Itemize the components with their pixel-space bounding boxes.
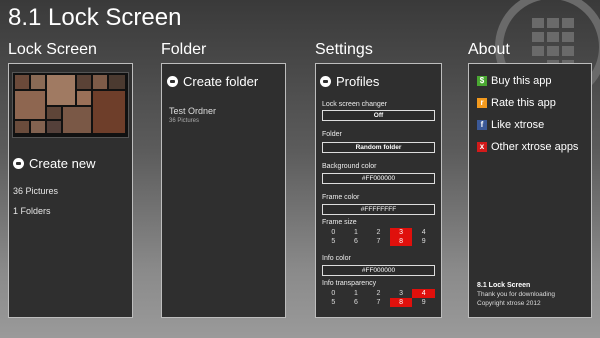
- camera-icon: [13, 158, 24, 169]
- frame-size-label: Frame size: [322, 219, 357, 226]
- folder-name: Test Ordner: [169, 106, 217, 116]
- info-transparency-option-8[interactable]: 8: [389, 298, 413, 307]
- info-transparency-option-2[interactable]: 2: [367, 289, 390, 298]
- folder-select[interactable]: Random folder: [322, 142, 435, 153]
- rate-app-link[interactable]: r Rate this app: [477, 97, 556, 109]
- frame-size-option-9[interactable]: 9: [412, 237, 435, 246]
- info-transparency-option-9[interactable]: 9: [412, 298, 435, 307]
- info-transparency-option-0[interactable]: 0: [322, 289, 345, 298]
- rate-app-label: Rate this app: [491, 97, 556, 109]
- folder-add-icon: [167, 76, 178, 87]
- column-header-settings: Settings: [315, 41, 373, 58]
- info-transparency-row: 56789: [322, 298, 435, 307]
- app-title: 8.1 Lock Screen: [8, 4, 182, 31]
- pictures-count: 36 Pictures: [13, 186, 59, 196]
- create-folder-label: Create folder: [183, 74, 259, 89]
- buy-app-label: Buy this app: [491, 75, 552, 87]
- facebook-icon: f: [477, 120, 487, 130]
- like-xtrose-link[interactable]: f Like xtrose: [477, 119, 544, 131]
- frame-color-label: Frame color: [322, 194, 360, 201]
- other-apps-link[interactable]: x Other xtrose apps: [477, 141, 578, 153]
- column-header-lock-screen: Lock Screen: [8, 41, 97, 58]
- frame-size-option-2[interactable]: 2: [367, 228, 390, 237]
- column-header-folder: Folder: [161, 41, 207, 58]
- frame-size-selector: 0123456789: [322, 228, 435, 246]
- frame-size-option-0[interactable]: 0: [322, 228, 345, 237]
- info-transparency-option-6[interactable]: 6: [345, 298, 368, 307]
- info-transparency-option-1[interactable]: 1: [345, 289, 368, 298]
- buy-app-link[interactable]: $ Buy this app: [477, 75, 552, 87]
- frame-size-option-5[interactable]: 5: [322, 237, 345, 246]
- profiles-button[interactable]: Profiles: [320, 74, 379, 89]
- settings-panel: Profiles Lock screen changer Off Folder …: [315, 63, 442, 318]
- frame-size-row: 01234: [322, 228, 435, 237]
- lock-screen-panel: Create new 36 Pictures 1 Folders: [8, 63, 133, 318]
- about-panel: $ Buy this app r Rate this app f Like xt…: [468, 63, 592, 318]
- rss-icon: r: [477, 98, 487, 108]
- like-xtrose-label: Like xtrose: [491, 119, 545, 131]
- lock-screen-preview[interactable]: [12, 72, 129, 138]
- info-transparency-label: Info transparency: [322, 280, 377, 287]
- info-transparency-option-5[interactable]: 5: [322, 298, 345, 307]
- create-new-button[interactable]: Create new: [13, 156, 95, 171]
- background-color-label: Background color: [322, 163, 377, 170]
- info-transparency-option-3[interactable]: 3: [390, 289, 413, 298]
- footer-copyright: Copyright xtrose 2012: [477, 300, 541, 307]
- frame-color-field[interactable]: #FFFFFFFF: [322, 204, 435, 215]
- dollar-icon: $: [477, 76, 487, 86]
- footer-thanks: Thank you for downloading: [477, 291, 556, 298]
- profiles-label: Profiles: [336, 74, 380, 89]
- frame-size-option-8[interactable]: 8: [389, 237, 413, 246]
- info-transparency-option-4[interactable]: 4: [412, 289, 435, 298]
- footer-title: 8.1 Lock Screen: [477, 282, 531, 289]
- info-color-field[interactable]: #FF000000: [322, 265, 435, 276]
- gear-icon: [320, 76, 331, 87]
- column-header-about: About: [468, 41, 510, 58]
- frame-size-option-4[interactable]: 4: [412, 228, 435, 237]
- other-apps-label: Other xtrose apps: [491, 141, 579, 153]
- create-folder-button[interactable]: Create folder: [167, 74, 258, 89]
- folder-panel: Create folder Test Ordner 36 Pictures: [161, 63, 286, 318]
- changer-toggle[interactable]: Off: [322, 110, 435, 121]
- changer-label: Lock screen changer: [322, 101, 387, 108]
- frame-size-row: 56789: [322, 237, 435, 246]
- info-transparency-option-7[interactable]: 7: [367, 298, 390, 307]
- info-color-label: Info color: [322, 255, 351, 262]
- xtrose-icon: x: [477, 142, 487, 152]
- frame-size-option-6[interactable]: 6: [345, 237, 368, 246]
- about-footer: 8.1 Lock Screen Thank you for downloadin…: [477, 281, 555, 308]
- frame-size-option-3[interactable]: 3: [389, 228, 413, 237]
- folder-picture-count: 36 Pictures: [169, 118, 200, 124]
- info-transparency-selector: 0123456789: [322, 289, 435, 307]
- folders-count: 1 Folders: [13, 206, 51, 216]
- info-transparency-row: 01234: [322, 289, 435, 298]
- create-new-label: Create new: [29, 156, 96, 171]
- folder-setting-label: Folder: [322, 131, 342, 138]
- frame-size-option-1[interactable]: 1: [345, 228, 368, 237]
- frame-size-option-7[interactable]: 7: [367, 237, 390, 246]
- background-color-field[interactable]: #FF000000: [322, 173, 435, 184]
